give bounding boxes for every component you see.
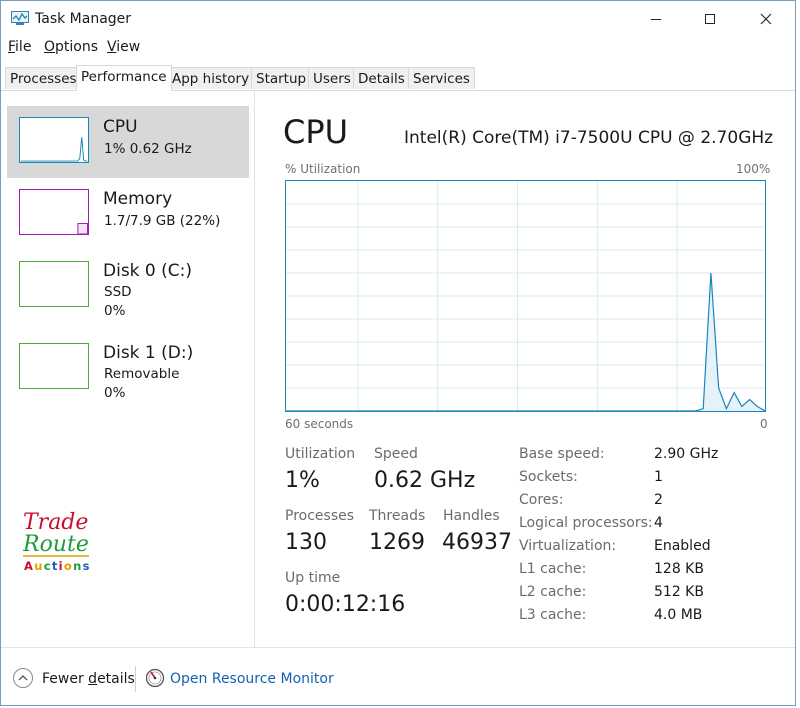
graph-x-right-label: 0 (760, 417, 768, 431)
menu-options[interactable]: Options (44, 39, 98, 55)
sidebar-item-detail: 1% 0.62 GHz (104, 141, 192, 157)
info-label: L2 cache: (519, 584, 587, 600)
task-manager-window: Task Manager File Options View Processes… (0, 0, 796, 706)
close-button[interactable] (743, 1, 789, 37)
handles-label: Handles (443, 508, 500, 524)
info-label: Base speed: (519, 446, 605, 462)
info-value: Enabled (654, 538, 711, 554)
close-icon (760, 13, 772, 25)
fewer-details-label-rest: etails (97, 671, 135, 687)
cpu-utilization-graph (285, 180, 766, 412)
chevron-up-icon (18, 675, 28, 681)
processes-label: Processes (285, 508, 355, 524)
tab-services[interactable]: Services (408, 67, 475, 89)
title-bar[interactable]: Task Manager (1, 1, 795, 37)
menu-file[interactable]: File (8, 39, 31, 55)
graph-y-max-label: 100% (736, 162, 771, 176)
memory-thumbnail-graph (19, 189, 89, 235)
open-resource-monitor-link[interactable]: Open Resource Monitor (170, 671, 334, 687)
fewer-details-button[interactable] (13, 668, 33, 688)
speed-label: Speed (374, 446, 418, 462)
sidebar-item-detail: Removable (104, 366, 180, 382)
info-value: 4 (654, 515, 663, 531)
sidebar-item-disk-1[interactable]: Disk 1 (D:) Removable 0% (7, 332, 249, 404)
maximize-icon (705, 14, 715, 24)
menu-file-accel: F (8, 39, 16, 55)
uptime-value: 0:00:12:16 (285, 592, 406, 617)
tab-processes[interactable]: Processes (5, 67, 82, 89)
resource-monitor-icon (145, 668, 165, 688)
tab-users[interactable]: Users (308, 67, 356, 89)
disk-1-thumbnail-graph (19, 343, 89, 389)
info-label: Virtualization: (519, 538, 617, 554)
minimize-button[interactable] (633, 1, 679, 37)
info-label: Logical processors: (519, 515, 653, 531)
menu-file-label: ile (15, 39, 32, 55)
sidebar-item-usage: 0% (104, 303, 126, 319)
fewer-details-link[interactable]: Fewer details (42, 671, 135, 687)
footer-separator (135, 666, 136, 692)
utilization-value: 1% (285, 468, 320, 493)
speed-value: 0.62 GHz (374, 468, 476, 493)
info-value: 2.90 GHz (654, 446, 719, 462)
threads-value: 1269 (369, 530, 425, 555)
trade-route-auctions-logo: Trade Route Auctions (23, 510, 91, 573)
sidebar-item-disk-0[interactable]: Disk 0 (C:) SSD 0% (7, 250, 249, 322)
fewer-details-accel: d (88, 671, 98, 687)
graph-x-left-label: 60 seconds (285, 417, 354, 431)
sidebar-item-title: CPU (103, 117, 138, 137)
cpu-thumbnail-graph (19, 117, 89, 163)
svg-text:Route: Route (23, 532, 89, 557)
info-value: 512 KB (654, 584, 704, 600)
processes-value: 130 (285, 530, 327, 555)
info-value: 4.0 MB (654, 607, 703, 623)
tab-details[interactable]: Details (353, 67, 410, 89)
utilization-label: Utilization (285, 446, 356, 462)
tab-performance[interactable]: Performance (76, 65, 172, 91)
window-title: Task Manager (35, 11, 132, 27)
info-label: Sockets: (519, 469, 578, 485)
info-value: 128 KB (654, 561, 704, 577)
sidebar-item-detail: SSD (104, 284, 132, 300)
info-value: 2 (654, 492, 663, 508)
sidebar-item-detail: 1.7/7.9 GB (22%) (104, 213, 221, 229)
info-label: Cores: (519, 492, 564, 508)
uptime-label: Up time (285, 570, 341, 586)
cpu-main-title: CPU (283, 113, 349, 151)
tab-startup[interactable]: Startup (251, 67, 312, 89)
maximize-button[interactable] (687, 1, 733, 37)
sidebar-item-usage: 0% (104, 385, 126, 401)
info-label: L3 cache: (519, 607, 587, 623)
sidebar-item-memory[interactable]: Memory 1.7/7.9 GB (22%) (7, 178, 249, 250)
task-manager-icon (11, 11, 29, 25)
sidebar-item-title: Memory (103, 189, 173, 209)
menu-options-label: ptions (55, 39, 99, 55)
svg-text:Auctions: Auctions (24, 559, 91, 573)
cpu-model-name: Intel(R) Core(TM) i7-7500U CPU @ 2.70GHz (404, 128, 774, 148)
info-value: 1 (654, 469, 663, 485)
info-label: L1 cache: (519, 561, 587, 577)
tab-app-history[interactable]: App history (167, 67, 255, 89)
disk-0-thumbnail-graph (19, 261, 89, 307)
threads-label: Threads (369, 508, 426, 524)
sidebar-item-title: Disk 0 (C:) (103, 261, 193, 281)
sidebar-item-title: Disk 1 (D:) (103, 343, 194, 363)
sidebar-item-cpu[interactable]: CPU 1% 0.62 GHz (7, 106, 249, 178)
handles-value: 46937 (442, 530, 512, 555)
minimize-icon (651, 19, 661, 20)
fewer-details-label: Fewer (42, 671, 89, 687)
menu-view-accel: V (107, 39, 117, 55)
footer-divider (1, 647, 795, 648)
menu-view[interactable]: View (107, 39, 140, 55)
menu-options-accel: O (44, 39, 56, 55)
graph-y-label: % Utilization (285, 162, 361, 176)
tab-bar: Processes Performance App history Startu… (1, 65, 795, 91)
menu-view-label: iew (116, 39, 141, 55)
